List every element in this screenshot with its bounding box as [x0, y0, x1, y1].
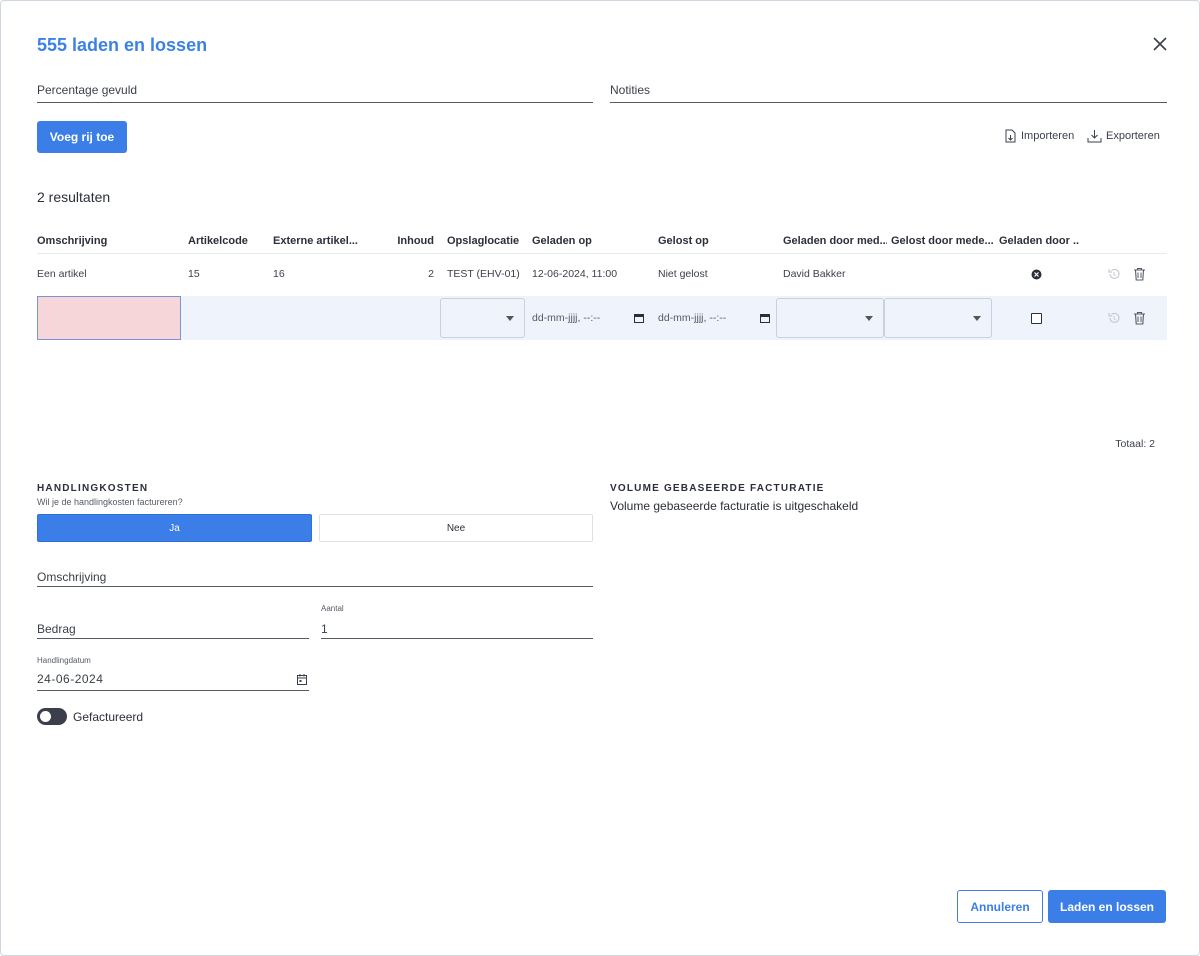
table-total: Totaal: 2 — [1115, 438, 1155, 450]
header-divider — [37, 253, 1167, 254]
column-header-gelost-op[interactable]: Gelost op — [658, 235, 778, 247]
export-download-icon — [1087, 129, 1102, 143]
handling-heading: HANDLINGKOSTEN — [37, 483, 149, 494]
quantity-value: 1 — [321, 622, 328, 636]
cell-geladen-op: 12-06-2024, 11:00 — [532, 268, 618, 280]
gelost-op-placeholder: dd-mm-jjjj, --:-- — [658, 312, 727, 324]
import-button[interactable]: Importeren — [1004, 129, 1074, 143]
modal-title: 555 laden en lossen — [37, 35, 208, 55]
handling-yes-option[interactable]: Ja — [37, 514, 312, 542]
handling-description-field[interactable]: Omschrijving — [37, 568, 593, 587]
column-header-gelost-door-medewerker[interactable]: Gelost door mede... — [891, 235, 995, 247]
percentage-label: Percentage gevuld — [37, 83, 138, 97]
handling-description-label: Omschrijving — [37, 570, 107, 584]
notes-label: Notities — [610, 83, 651, 97]
cell-opslaglocatie: TEST (EHV-01) — [447, 268, 520, 280]
cell-artikelcode: 15 — [188, 268, 200, 280]
calendar-icon[interactable] — [634, 313, 645, 323]
cell-geladen-door: David Bakker — [783, 268, 846, 280]
handling-date-value: 24-06-2024 — [37, 672, 104, 686]
column-header-geladen-op[interactable]: Geladen op — [532, 235, 652, 247]
amount-label: Bedrag — [37, 622, 76, 636]
cell-externe-artikelcode: 16 — [273, 268, 285, 280]
chevron-down-icon — [865, 316, 873, 321]
gelost-op-input[interactable]: dd-mm-jjjj, --:-- — [658, 312, 771, 324]
column-header-inhoud[interactable]: Inhoud — [386, 235, 434, 247]
export-label: Exporteren — [1106, 130, 1160, 142]
load-unload-modal: 555 laden en lossen Percentage gevuld No… — [0, 0, 1200, 956]
cancel-button[interactable]: Annuleren — [957, 890, 1043, 923]
geladen-op-input[interactable]: dd-mm-jjjj, --:-- — [532, 312, 645, 324]
handling-no-option[interactable]: Nee — [319, 514, 593, 542]
cell-inhoud: 2 — [428, 268, 434, 280]
geladen-op-placeholder: dd-mm-jjjj, --:-- — [532, 312, 601, 324]
percentage-field[interactable]: Percentage gevuld — [37, 81, 593, 103]
handling-date-input[interactable]: 24-06-2024 — [37, 672, 309, 691]
volume-heading: VOLUME GEBASEERDE FACTURATIE — [610, 483, 825, 494]
toggle-knob — [40, 711, 51, 722]
gelost-door-select[interactable] — [884, 298, 992, 338]
quantity-label: Aantal — [321, 604, 344, 613]
export-button[interactable]: Exporteren — [1087, 129, 1160, 143]
trash-icon[interactable] — [1133, 311, 1146, 325]
volume-text: Volume gebaseerde facturatie is uitgesch… — [610, 499, 859, 513]
chevron-down-icon — [973, 316, 981, 321]
import-label: Importeren — [1021, 130, 1075, 142]
column-header-externe-artikelcode[interactable]: Externe artikel... — [273, 235, 383, 247]
calendar-icon[interactable] — [297, 674, 307, 690]
chevron-down-icon — [506, 316, 514, 321]
opslaglocatie-select[interactable] — [440, 298, 525, 338]
handling-question: Wil je de handlingkosten factureren? — [37, 497, 183, 507]
column-header-geladen-door-medewerker[interactable]: Geladen door med... — [783, 235, 887, 247]
undo-icon[interactable] — [1107, 311, 1121, 325]
add-row-button[interactable]: Voeg rij toe — [37, 121, 127, 153]
invoiced-toggle[interactable] — [37, 708, 67, 725]
trash-icon[interactable] — [1133, 267, 1146, 281]
column-header-geladen-door[interactable]: Geladen door ... — [999, 235, 1079, 247]
import-file-icon — [1004, 129, 1017, 143]
amount-field[interactable]: Bedrag — [37, 620, 309, 639]
column-header-opslaglocatie[interactable]: Opslaglocatie — [447, 235, 529, 247]
column-header-artikelcode[interactable]: Artikelcode — [188, 235, 268, 247]
close-icon[interactable] — [1151, 35, 1169, 53]
calendar-icon[interactable] — [760, 313, 771, 323]
geladen-door-select[interactable] — [776, 298, 884, 338]
notes-field[interactable]: Notities — [610, 81, 1167, 103]
cell-gelost-op: Niet gelost — [658, 268, 708, 280]
cell-omschrijving: Een artikel — [37, 268, 87, 280]
column-header-omschrijving[interactable]: Omschrijving — [37, 235, 177, 247]
handling-date-label: Handlingdatum — [37, 656, 91, 665]
loaded-status-icon — [1031, 269, 1042, 280]
omschrijving-input-invalid[interactable] — [37, 296, 181, 340]
invoiced-label: Gefactureerd — [73, 710, 144, 724]
loaded-checkbox[interactable] — [1031, 313, 1042, 324]
quantity-input[interactable]: 1 — [321, 620, 593, 639]
submit-button[interactable]: Laden en lossen — [1048, 890, 1166, 923]
results-count: 2 resultaten — [37, 189, 111, 205]
undo-icon[interactable] — [1107, 267, 1121, 281]
